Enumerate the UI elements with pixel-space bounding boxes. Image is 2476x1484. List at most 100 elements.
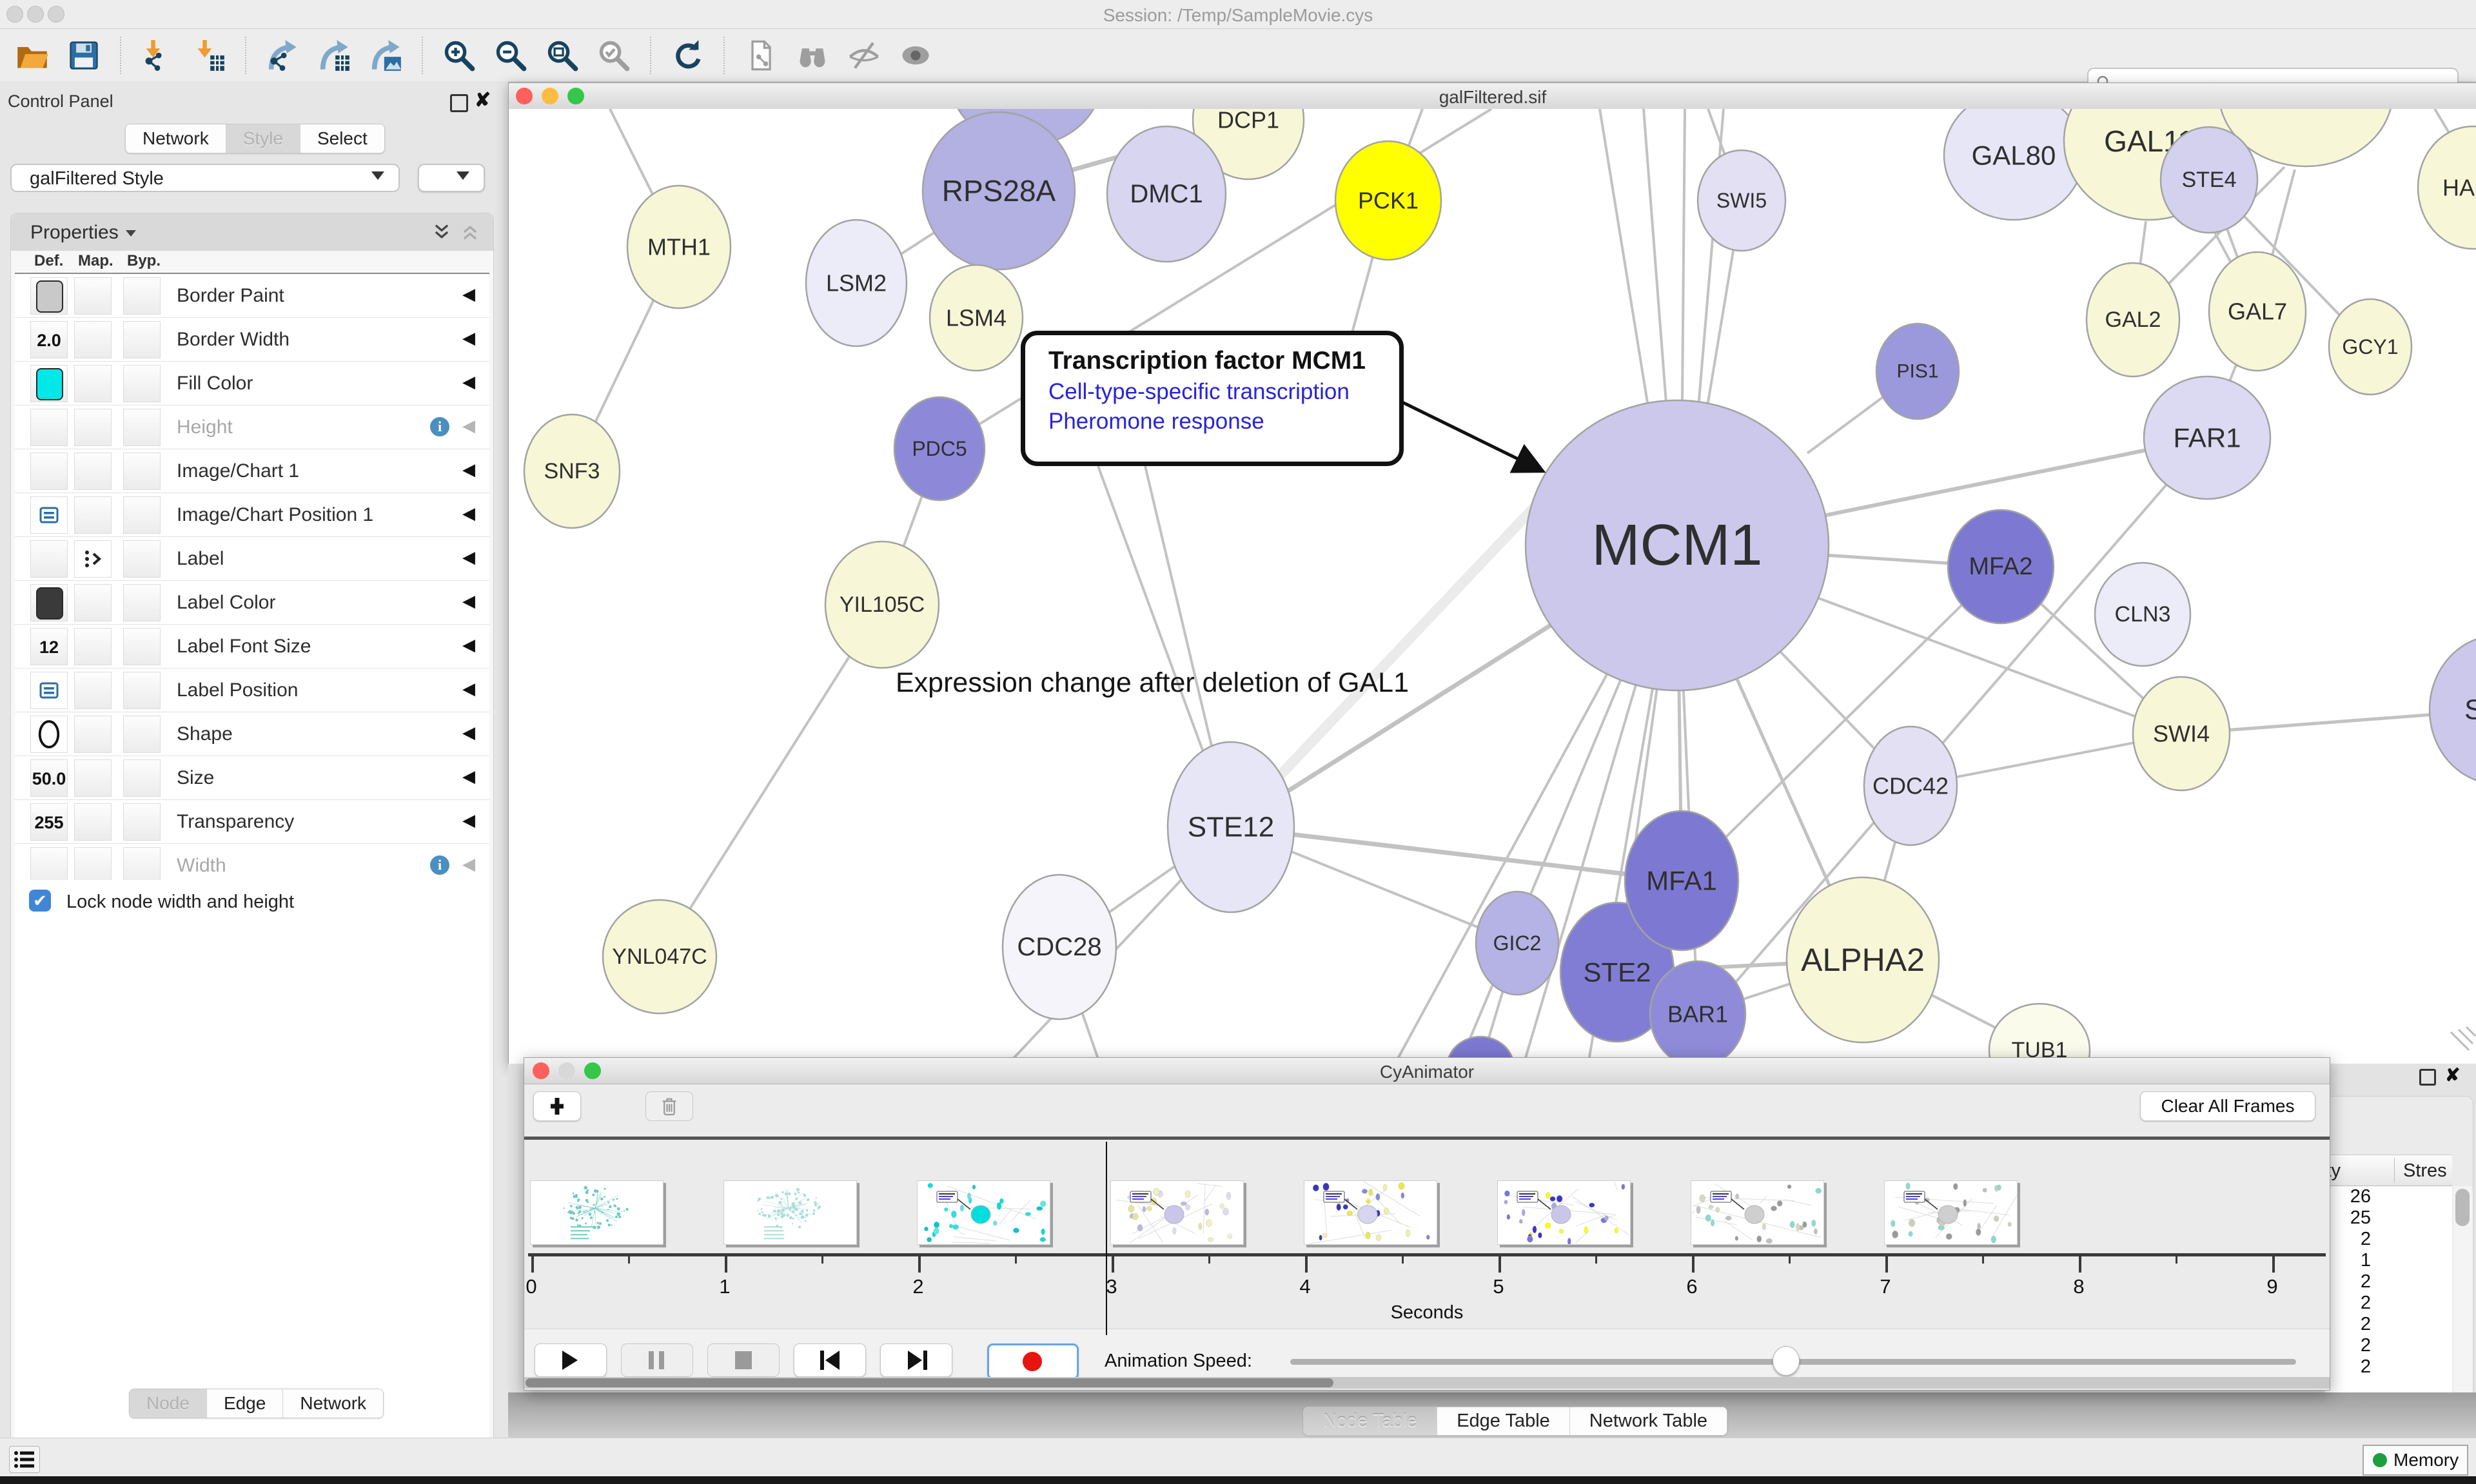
bypass-cell[interactable] bbox=[123, 847, 161, 884]
info-icon[interactable]: i bbox=[430, 417, 449, 436]
tab-node-table[interactable]: Node Table bbox=[1304, 1407, 1437, 1435]
mapping-cell[interactable] bbox=[74, 628, 112, 665]
expand-arrow-icon[interactable]: ◀ bbox=[462, 328, 475, 348]
mapping-cell[interactable] bbox=[74, 277, 112, 315]
annotation-box[interactable]: Transcription factor MCM1 Cell-type-spec… bbox=[1021, 331, 1404, 466]
network-window-titlebar[interactable]: galFiltered.sif bbox=[509, 83, 2476, 110]
property-row-border-width[interactable]: 2.0 Border Width◀ bbox=[15, 318, 489, 362]
mapping-cell[interactable] bbox=[74, 847, 112, 884]
tab-network[interactable]: Network bbox=[283, 1389, 383, 1418]
export-table-icon[interactable] bbox=[317, 39, 351, 72]
export-image-icon[interactable] bbox=[369, 39, 402, 72]
property-row-size[interactable]: 50.0 Size◀ bbox=[15, 756, 489, 800]
default-cell[interactable] bbox=[30, 453, 68, 490]
mapping-cell[interactable] bbox=[74, 803, 112, 841]
network-canvas[interactable]: DCP1RPS28ADMC1PCK1MTH1LSM2LSM4SWI5GAL80G… bbox=[509, 109, 2476, 1064]
add-frame-button[interactable] bbox=[533, 1091, 581, 1121]
timeline[interactable]: 0 1 2 3 4 5 6 7 8 9 Seconds bbox=[524, 1140, 2330, 1329]
mapping-cell[interactable] bbox=[74, 409, 112, 446]
default-cell[interactable] bbox=[30, 277, 68, 315]
default-cell[interactable]: 50.0 bbox=[30, 759, 68, 797]
table-header[interactable]: ity Stres bbox=[2324, 1155, 2452, 1187]
property-row-image-chart-position-1[interactable]: Image/Chart Position 1◀ bbox=[15, 493, 489, 537]
mapping-cell[interactable] bbox=[74, 540, 112, 578]
table-row[interactable]: 25 bbox=[2324, 1207, 2452, 1229]
record-button[interactable] bbox=[987, 1343, 1079, 1380]
network-file-icon[interactable] bbox=[744, 39, 778, 72]
mapping-cell[interactable] bbox=[74, 453, 112, 490]
default-cell[interactable]: 255 bbox=[30, 803, 68, 841]
lock-size-checkbox[interactable]: ✔ bbox=[29, 890, 51, 912]
tab-edge[interactable]: Edge bbox=[207, 1389, 283, 1418]
zoom-in-icon[interactable] bbox=[442, 39, 476, 72]
default-cell[interactable] bbox=[30, 716, 68, 753]
table-row[interactable]: 2 bbox=[2324, 1335, 2452, 1356]
frame-thumbnail-2[interactable] bbox=[917, 1180, 1050, 1245]
pause-button[interactable] bbox=[621, 1343, 693, 1377]
expand-arrow-icon[interactable]: ◀ bbox=[462, 723, 475, 743]
bypass-cell[interactable] bbox=[123, 540, 161, 578]
hide-icon[interactable] bbox=[847, 39, 881, 72]
property-row-label[interactable]: Label◀ bbox=[15, 537, 489, 581]
table-row[interactable]: 2 bbox=[2324, 1229, 2452, 1250]
playhead[interactable] bbox=[1106, 1142, 1107, 1335]
property-row-border-paint[interactable]: Border Paint◀ bbox=[15, 274, 489, 318]
tab-network[interactable]: Network bbox=[126, 124, 226, 153]
mapping-cell[interactable] bbox=[74, 321, 112, 358]
style-options-button[interactable] bbox=[418, 164, 485, 192]
task-history-button[interactable] bbox=[9, 1446, 40, 1473]
zoom-out-icon[interactable] bbox=[494, 39, 527, 72]
float-panel-icon[interactable] bbox=[450, 94, 468, 112]
refresh-layout-icon[interactable] bbox=[671, 39, 704, 72]
import-network-icon[interactable] bbox=[141, 39, 174, 72]
expand-arrow-icon[interactable]: ◀ bbox=[462, 547, 475, 567]
frame-thumbnail-5[interactable] bbox=[1497, 1180, 1631, 1245]
bypass-cell[interactable] bbox=[123, 321, 161, 358]
tab-edge-table[interactable]: Edge Table bbox=[1437, 1407, 1570, 1435]
bypass-cell[interactable] bbox=[123, 365, 161, 402]
info-icon[interactable]: i bbox=[430, 855, 449, 875]
show-icon[interactable] bbox=[899, 39, 932, 72]
default-cell[interactable]: 12 bbox=[30, 628, 68, 665]
frame-thumbnail-4[interactable] bbox=[1304, 1180, 1437, 1245]
close-panel-icon[interactable]: ✘ bbox=[475, 89, 491, 112]
property-row-height[interactable]: Heighti◀ bbox=[15, 405, 489, 449]
stop-button[interactable] bbox=[707, 1343, 780, 1377]
zoom-selected-icon[interactable] bbox=[597, 39, 631, 72]
bypass-cell[interactable] bbox=[123, 803, 161, 841]
expand-arrow-icon[interactable]: ◀ bbox=[462, 679, 475, 699]
style-select[interactable]: galFiltered Style bbox=[10, 164, 400, 192]
delete-frame-button[interactable] bbox=[645, 1091, 693, 1121]
expand-arrow-icon[interactable]: ◀ bbox=[462, 591, 475, 611]
table-row[interactable]: 1 bbox=[2324, 1250, 2452, 1271]
expand-arrow-icon[interactable]: ◀ bbox=[462, 810, 475, 830]
tab-select[interactable]: Select bbox=[300, 124, 384, 153]
annotation-link[interactable]: Cell-type-specific transcription bbox=[1048, 379, 1399, 405]
default-cell[interactable] bbox=[30, 847, 68, 884]
close-panel-icon[interactable]: ✘ bbox=[2445, 1064, 2460, 1086]
bypass-cell[interactable] bbox=[123, 628, 161, 665]
timeline-scrollbar[interactable] bbox=[524, 1377, 2330, 1389]
property-row-label-position[interactable]: Label Position◀ bbox=[15, 669, 489, 712]
scrollbar-thumb[interactable] bbox=[2455, 1189, 2470, 1226]
bypass-cell[interactable] bbox=[123, 716, 161, 753]
frame-thumbnail-3[interactable] bbox=[1110, 1180, 1244, 1245]
expand-arrow-icon[interactable]: ◀ bbox=[462, 416, 475, 436]
zoom-fit-icon[interactable] bbox=[545, 39, 579, 72]
slider-knob[interactable] bbox=[1773, 1346, 1800, 1376]
collapse-all-icon[interactable] bbox=[458, 224, 482, 240]
property-row-label-font-size[interactable]: 12 Label Font Size◀ bbox=[15, 625, 489, 669]
table-row[interactable]: 26 bbox=[2324, 1186, 2452, 1207]
clear-all-frames-button[interactable]: Clear All Frames bbox=[2140, 1091, 2315, 1121]
find-icon[interactable] bbox=[796, 39, 829, 72]
default-cell[interactable] bbox=[30, 496, 68, 534]
expand-arrow-icon[interactable]: ◀ bbox=[462, 460, 475, 480]
float-panel-icon[interactable] bbox=[2419, 1069, 2436, 1086]
expand-arrow-icon[interactable]: ◀ bbox=[462, 372, 475, 392]
play-button[interactable] bbox=[535, 1343, 607, 1377]
column-divider[interactable] bbox=[2394, 1158, 2395, 1182]
tab-style[interactable]: Style bbox=[226, 124, 300, 153]
property-row-shape[interactable]: Shape◀ bbox=[15, 712, 489, 756]
table-row[interactable]: 2 bbox=[2324, 1271, 2452, 1293]
mapping-cell[interactable] bbox=[74, 716, 112, 753]
